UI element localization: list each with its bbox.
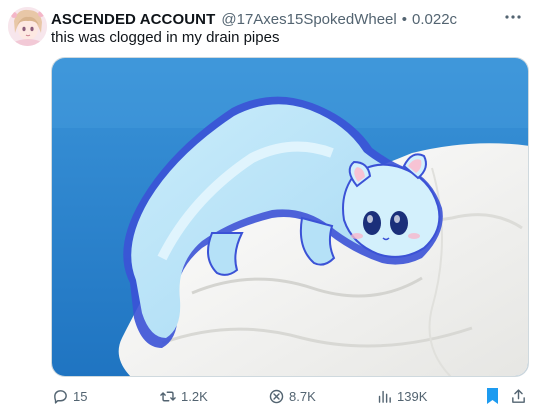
reply-button[interactable]: 15 [51, 383, 87, 409]
display-name[interactable]: ASCENDED ACCOUNT [51, 11, 215, 28]
tweet-header: ASCENDED ACCOUNT @17Axes15SpokedWheel • … [51, 9, 486, 29]
like-button[interactable]: 8.7K [267, 383, 316, 409]
repost-button[interactable]: 1.2K [159, 383, 208, 409]
tweet-actions: 15 1.2K 8.7K 139K [51, 383, 531, 409]
bookmark-button[interactable] [483, 383, 501, 409]
more-dots-icon [505, 15, 521, 19]
anime-avatar-icon [8, 7, 47, 46]
repost-icon [159, 387, 177, 405]
share-button[interactable] [509, 383, 527, 409]
timestamp[interactable]: 0.022c [412, 11, 457, 28]
views-button[interactable]: 139K [375, 383, 427, 409]
like-count: 8.7K [289, 388, 316, 404]
like-icon [267, 387, 285, 405]
reply-count: 15 [73, 388, 88, 404]
avatar[interactable] [8, 7, 47, 46]
tweet-media[interactable] [51, 57, 529, 377]
share-icon [509, 387, 527, 405]
view-count: 139K [397, 388, 428, 404]
views-chart-icon [375, 387, 393, 405]
reply-icon [51, 387, 69, 405]
user-handle[interactable]: @17Axes15SpokedWheel [221, 11, 396, 28]
tweet-text: this was clogged in my drain pipes [51, 29, 280, 46]
more-options-button[interactable] [502, 8, 524, 26]
white-ferret-creature-image [52, 58, 528, 376]
repost-count: 1.2K [181, 388, 208, 404]
tweet-card: ASCENDED ACCOUNT @17Axes15SpokedWheel • … [0, 0, 540, 414]
separator-dot: • [401, 10, 407, 28]
bookmark-filled-icon [483, 387, 501, 405]
